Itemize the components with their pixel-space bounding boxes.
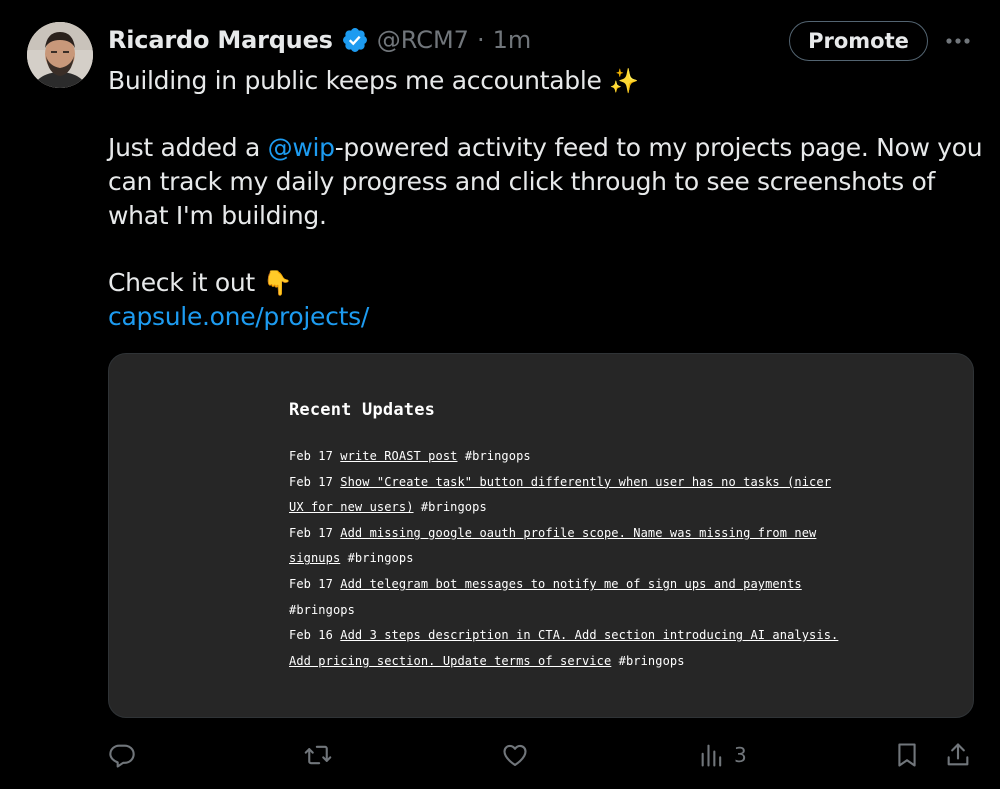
update-item: Feb 17 Add missing google oauth profile … — [289, 521, 849, 572]
tweet-paragraph-3: Check it out 👇 — [108, 266, 988, 300]
analytics-icon — [701, 744, 722, 767]
update-item: Feb 17 write ROAST post #bringops — [289, 444, 849, 470]
update-tag: #bringops — [289, 602, 355, 617]
tweet-header: Ricardo Marques @RCM7 · 1m — [108, 20, 531, 60]
update-tag: #bringops — [347, 551, 414, 566]
update-date: Feb 16 — [289, 628, 333, 643]
update-link[interactable]: Show "Create task" button differently wh… — [289, 475, 831, 515]
mention-link[interactable]: @wip — [268, 133, 335, 162]
promote-button[interactable]: Promote — [789, 21, 928, 61]
update-date: Feb 17 — [289, 474, 333, 489]
update-item: Feb 17 Show "Create task" button differe… — [289, 470, 849, 521]
tweet-paragraph-2-before: Just added a — [108, 133, 268, 162]
update-tag: #bringops — [464, 449, 531, 463]
reply-icon — [109, 744, 135, 768]
update-link[interactable]: write ROAST post — [340, 449, 457, 463]
share-button[interactable] — [944, 737, 972, 773]
update-tag: #bringops — [420, 500, 487, 515]
avatar-image — [27, 22, 93, 88]
update-item: Feb 17 Add telegram bot messages to noti… — [289, 572, 849, 623]
bookmark-button[interactable] — [893, 737, 921, 773]
retweet-icon — [304, 745, 332, 765]
retweet-button[interactable] — [304, 737, 332, 773]
author-avatar[interactable] — [27, 22, 93, 88]
tweet-line-1: Building in public keeps me accountable … — [108, 64, 988, 98]
updates-list: Feb 17 write ROAST post #bringops Feb 17… — [289, 444, 849, 674]
media-card[interactable]: Recent Updates Feb 17 write ROAST post #… — [108, 353, 974, 718]
tweet-paragraph-2: Just added a @wip-powered activity feed … — [108, 131, 988, 233]
sparkles-emoji: ✨ — [609, 67, 639, 95]
recent-updates-panel: Recent Updates Feb 17 write ROAST post #… — [289, 400, 849, 674]
separator-dot: · — [476, 26, 485, 54]
update-date: Feb 17 — [289, 449, 333, 463]
update-link[interactable]: Add telegram bot messages to notify me o… — [340, 577, 801, 591]
views-count: 3 — [734, 743, 747, 767]
share-icon — [947, 743, 969, 766]
tweet-actions: 3 — [108, 737, 978, 773]
like-button[interactable] — [501, 737, 529, 773]
views-button[interactable]: 3 — [698, 737, 747, 773]
tweet-timestamp[interactable]: 1m — [493, 26, 532, 54]
update-tag: #bringops — [618, 653, 685, 668]
more-options-icon[interactable] — [940, 26, 976, 56]
update-date: Feb 17 — [289, 576, 333, 591]
reply-button[interactable] — [108, 737, 136, 773]
heart-icon — [503, 744, 527, 766]
author-handle[interactable]: @RCM7 — [377, 26, 469, 54]
pointing-down-emoji: 👇 — [262, 269, 293, 297]
recent-updates-title: Recent Updates — [289, 400, 436, 420]
author-name[interactable]: Ricardo Marques — [108, 26, 333, 54]
check-it-out-text: Check it out — [108, 268, 255, 297]
update-item: Feb 16 Add 3 steps description in CTA. A… — [289, 623, 849, 674]
tweet-body: Building in public keeps me accountable … — [108, 64, 988, 334]
update-link[interactable]: Add 3 steps description in CTA. Add sect… — [289, 628, 838, 668]
bookmark-icon — [898, 743, 916, 767]
update-date: Feb 17 — [289, 525, 333, 540]
verified-badge-icon[interactable] — [341, 26, 369, 54]
tweet-line-1-text: Building in public keeps me accountable — [108, 66, 602, 95]
projects-link[interactable]: capsule.one/projects/ — [108, 302, 369, 331]
